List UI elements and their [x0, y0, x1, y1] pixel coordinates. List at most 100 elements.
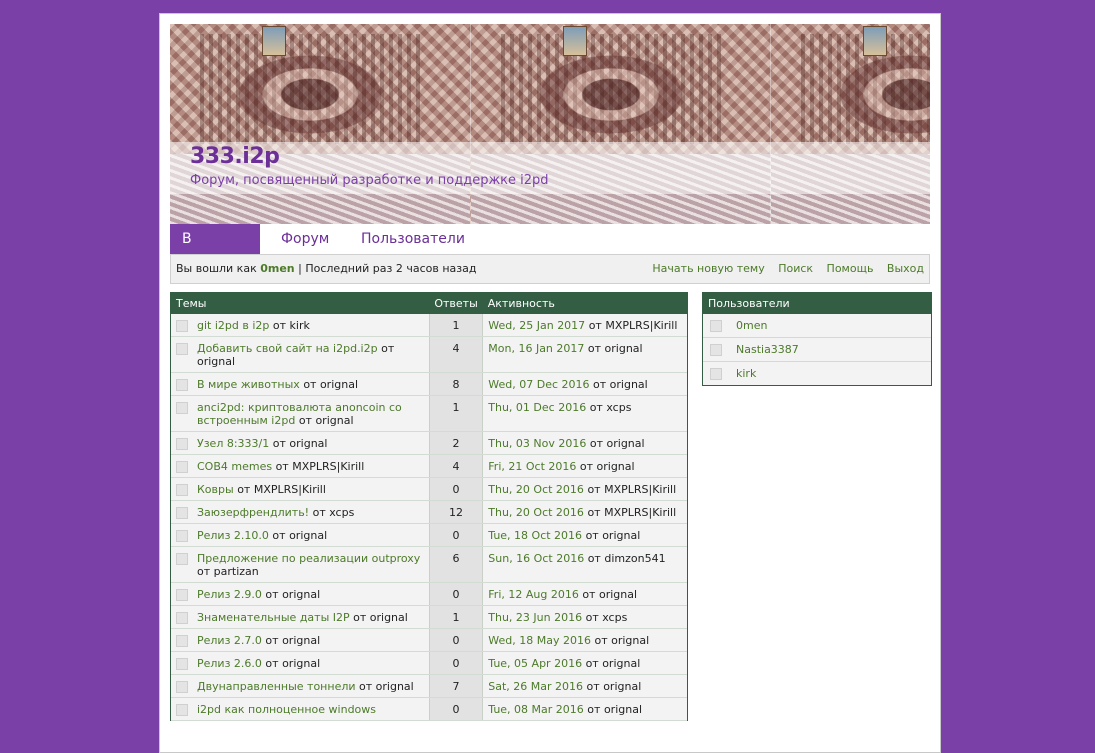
last-poster[interactable]: orignal	[604, 703, 642, 716]
topic-author[interactable]: MXPLRS|Kirill	[254, 483, 326, 496]
topic-author[interactable]: orignal	[370, 611, 408, 624]
activity-date-link[interactable]: Thu, 20 Oct 2016	[488, 483, 584, 496]
replies-count: 1	[428, 605, 484, 629]
activity-date-link[interactable]: Wed, 18 May 2016	[488, 634, 591, 647]
replies-count: 0	[428, 582, 484, 606]
tab-home[interactable]: В начало	[170, 224, 260, 277]
topic-cell: Добавить свой сайт на i2pd.i2p от origna…	[171, 336, 430, 373]
tab-forum[interactable]: Форум	[269, 224, 341, 254]
activity-date-link[interactable]: Fri, 12 Aug 2016	[488, 588, 579, 601]
by-word: от	[353, 611, 367, 624]
activity-cell: Thu, 20 Oct 2016 от MXPLRS|Kirill	[482, 500, 687, 524]
last-poster[interactable]: orignal	[603, 680, 641, 693]
topic-cell: Ковры от MXPLRS|Kirill	[171, 477, 430, 501]
topic-author[interactable]: orignal	[282, 634, 320, 647]
activity-date-link[interactable]: Tue, 08 Mar 2016	[488, 703, 584, 716]
by-word: от	[587, 483, 601, 496]
activity-date-link[interactable]: Thu, 20 Oct 2016	[488, 506, 584, 519]
activity-date-link[interactable]: Fri, 21 Oct 2016	[488, 460, 576, 473]
topic-link[interactable]: Ковры	[197, 483, 234, 496]
activity-date-link[interactable]: Thu, 23 Jun 2016	[488, 611, 582, 624]
new-topic-link[interactable]: Начать новую тему	[652, 262, 764, 275]
topic-link[interactable]: git i2pd в i2p	[197, 319, 269, 332]
topic-link[interactable]: Релиз 2.10.0	[197, 529, 269, 542]
topic-cell: Знаменательные даты I2P от orignal	[171, 605, 430, 629]
topic-author[interactable]: MXPLRS|Kirill	[292, 460, 364, 473]
last-poster[interactable]: orignal	[597, 460, 635, 473]
replies-count: 0	[428, 651, 484, 675]
user-link[interactable]: 0men	[736, 319, 767, 332]
topic-author[interactable]: orignal	[376, 680, 414, 693]
topic-status-icon	[176, 379, 188, 391]
topic-link[interactable]: Заюзерфрендлить!	[197, 506, 309, 519]
activity-date-link[interactable]: Thu, 03 Nov 2016	[488, 437, 586, 450]
by-word: от	[359, 680, 373, 693]
replies-count: 8	[428, 372, 484, 396]
user-status-icon	[710, 368, 722, 380]
last-poster[interactable]: xcps	[602, 611, 627, 624]
topic-author[interactable]: orignal	[282, 588, 320, 601]
by-word: от	[197, 565, 211, 578]
last-poster[interactable]: orignal	[610, 378, 648, 391]
topic-link[interactable]: Знаменательные даты I2P	[197, 611, 350, 624]
search-link[interactable]: Поиск	[778, 262, 813, 275]
topic-author[interactable]: partizan	[214, 565, 259, 578]
user-link[interactable]: kirk	[736, 367, 756, 380]
topic-link[interactable]: Релиз 2.7.0	[197, 634, 262, 647]
topic-link[interactable]: Добавить свой сайт на i2pd.i2p	[197, 342, 378, 355]
topic-author[interactable]: orignal	[289, 437, 327, 450]
last-poster[interactable]: orignal	[602, 529, 640, 542]
table-row: anci2pd: криптовалюта anoncoin со встрое…	[171, 395, 687, 432]
last-poster[interactable]: orignal	[602, 657, 640, 670]
activity-date-link[interactable]: Thu, 01 Dec 2016	[488, 401, 586, 414]
topic-cell: Релиз 2.9.0 от orignal	[171, 582, 430, 606]
topic-author[interactable]: orignal	[197, 355, 235, 368]
topic-author[interactable]: orignal	[289, 529, 327, 542]
last-poster[interactable]: orignal	[605, 342, 643, 355]
topic-author[interactable]: xcps	[329, 506, 354, 519]
site-title[interactable]: 333.i2p	[190, 144, 280, 169]
topic-author[interactable]: orignal	[315, 414, 353, 427]
logout-link[interactable]: Выход	[887, 262, 924, 275]
topic-link[interactable]: i2pd как полноценное windows	[197, 703, 376, 716]
help-link[interactable]: Помощь	[827, 262, 874, 275]
replies-count: 1	[428, 395, 484, 432]
topic-author[interactable]: orignal	[320, 378, 358, 391]
topic-link[interactable]: Релиз 2.9.0	[197, 588, 262, 601]
topic-link[interactable]: Релиз 2.6.0	[197, 657, 262, 670]
last-poster[interactable]: MXPLRS|Kirill	[604, 506, 676, 519]
by-word: от	[265, 634, 279, 647]
last-poster[interactable]: orignal	[611, 634, 649, 647]
activity-date-link[interactable]: Mon, 16 Jan 2017	[488, 342, 584, 355]
last-poster[interactable]: xcps	[606, 401, 631, 414]
topic-author[interactable]: orignal	[282, 657, 320, 670]
topic-link[interactable]: Двунаправленные тоннели	[197, 680, 356, 693]
topic-author[interactable]: kirk	[290, 319, 310, 332]
topic-link[interactable]: Предложение по реализации outproxy	[197, 552, 420, 565]
by-word: от	[585, 657, 599, 670]
activity-date-link[interactable]: Tue, 05 Apr 2016	[488, 657, 582, 670]
activity-date-link[interactable]: Tue, 18 Oct 2016	[488, 529, 582, 542]
current-user-link[interactable]: 0men	[260, 262, 294, 275]
users-panel-header: Пользователи	[703, 293, 931, 314]
topic-status-icon	[176, 681, 188, 693]
activity-date-link[interactable]: Wed, 07 Dec 2016	[488, 378, 589, 391]
user-link[interactable]: Nastia3387	[736, 343, 799, 356]
activity-date-link[interactable]: Sat, 26 Mar 2016	[488, 680, 583, 693]
topic-link[interactable]: COB4 memes	[197, 460, 272, 473]
table-row: i2pd как полноценное windows 0 Tue, 08 Mar…	[171, 697, 687, 721]
last-poster[interactable]: dimzon541	[604, 552, 665, 565]
activity-date-link[interactable]: Sun, 16 Oct 2016	[488, 552, 584, 565]
user-bar: Вы вошли как 0men | Последний раз 2 часо…	[170, 254, 930, 284]
activity-date-link[interactable]: Wed, 25 Jan 2017	[488, 319, 585, 332]
header-banner: 333.i2p Форум, посвященный разработке и …	[170, 24, 930, 224]
topic-link[interactable]: В мире животных	[197, 378, 300, 391]
last-poster[interactable]: orignal	[607, 437, 645, 450]
last-poster[interactable]: MXPLRS|Kirill	[604, 483, 676, 496]
topic-link[interactable]: Узел 8:333/1	[197, 437, 269, 450]
last-poster[interactable]: MXPLRS|Kirill	[605, 319, 677, 332]
topic-status-icon	[176, 635, 188, 647]
tab-users[interactable]: Пользователи	[349, 224, 477, 254]
last-poster[interactable]: orignal	[599, 588, 637, 601]
by-word: от	[588, 319, 602, 332]
